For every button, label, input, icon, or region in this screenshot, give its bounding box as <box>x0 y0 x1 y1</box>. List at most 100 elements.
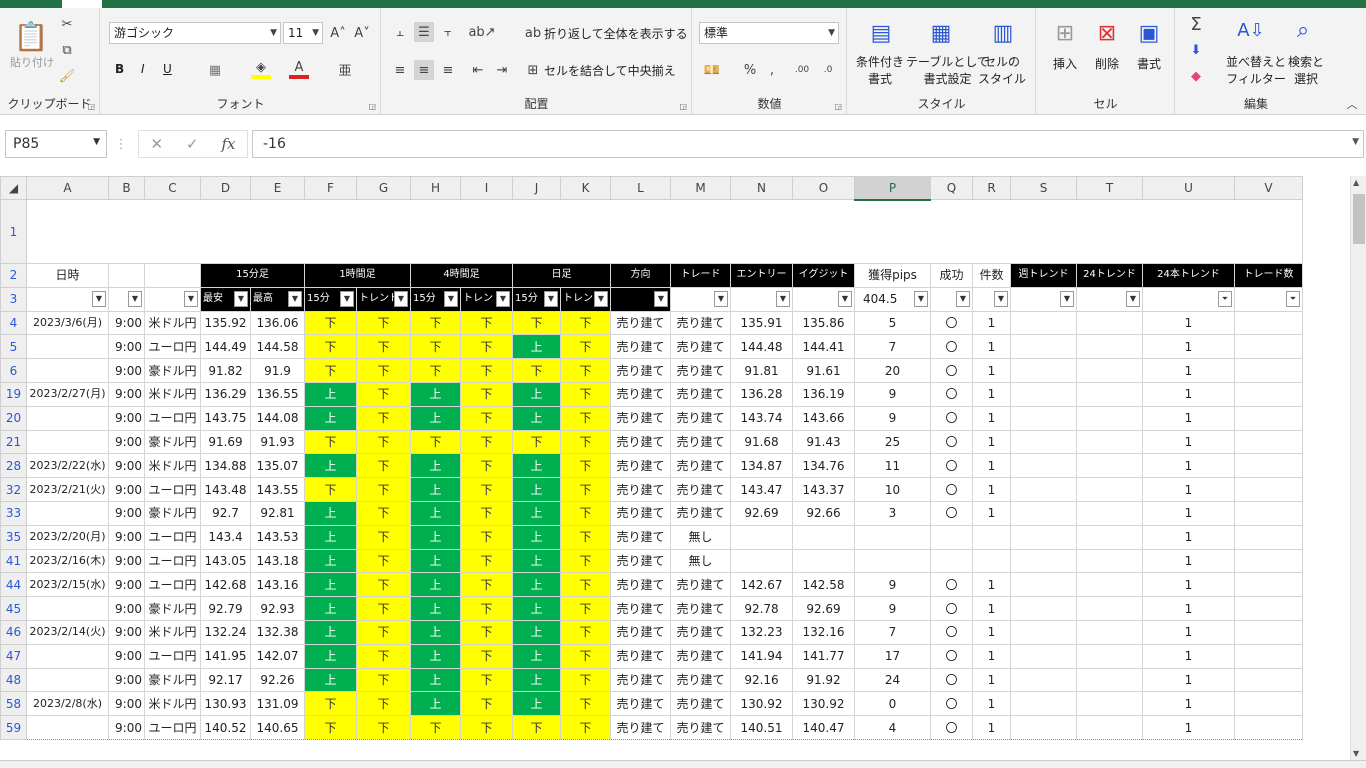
filter-cell-j[interactable]: 15分 ▼ <box>512 286 561 312</box>
low-cell[interactable]: 130.93 <box>200 691 251 717</box>
empty-cell[interactable] <box>1076 619 1143 645</box>
trend-cell[interactable]: 下 <box>460 381 513 407</box>
delete-button[interactable]: 削除 <box>1095 56 1119 72</box>
entry-cell[interactable]: 91.81 <box>730 358 793 383</box>
entry-cell[interactable] <box>730 548 793 574</box>
align-center-icon[interactable]: ≡ <box>414 60 434 80</box>
pair-cell[interactable]: ユーロ円 <box>144 572 201 598</box>
trend24-cell[interactable]: 1 <box>1142 477 1235 502</box>
pips-cell[interactable]: 0 <box>854 691 931 717</box>
high-cell[interactable]: 91.93 <box>250 429 305 455</box>
trend-cell[interactable]: 下 <box>512 310 561 336</box>
merge-icon[interactable]: ⊞ <box>524 61 542 79</box>
header-daily[interactable]: 日足 <box>512 263 611 288</box>
wrap-text-icon[interactable]: ab <box>524 24 542 42</box>
empty-cell[interactable] <box>1076 310 1143 336</box>
pair-cell[interactable]: 豪ドル円 <box>144 667 201 693</box>
row-header[interactable]: 44 <box>0 572 27 598</box>
empty-cell[interactable] <box>1010 715 1077 740</box>
filter-dropdown-icon[interactable]: ▼ <box>340 290 354 307</box>
filter-cell-f[interactable]: 15分 ▼ <box>304 286 357 312</box>
trend-cell[interactable]: 上 <box>512 691 561 717</box>
align-middle-icon[interactable]: ☰ <box>414 22 434 42</box>
empty-cell[interactable] <box>1076 691 1143 717</box>
direction-cell[interactable]: 売り建て <box>610 358 671 383</box>
count-cell[interactable]: 1 <box>972 405 1011 431</box>
trend-cell[interactable]: 下 <box>356 524 411 550</box>
entry-cell[interactable]: 136.28 <box>730 381 793 407</box>
pips-cell[interactable]: 9 <box>854 405 931 431</box>
empty-cell[interactable] <box>1234 310 1303 336</box>
column-header-n[interactable]: N <box>730 176 793 200</box>
trend-cell[interactable]: 上 <box>410 572 461 598</box>
pips-cell[interactable]: 20 <box>854 358 931 383</box>
direction-cell[interactable]: 売り建て <box>610 691 671 717</box>
trend-cell[interactable]: 下 <box>410 358 461 383</box>
count-cell[interactable]: 1 <box>972 643 1011 669</box>
trend-cell[interactable]: 上 <box>410 667 461 693</box>
direction-cell[interactable]: 売り建て <box>610 619 671 645</box>
trend-cell[interactable]: 上 <box>304 500 357 526</box>
column-header-b[interactable]: B <box>108 176 145 200</box>
count-cell[interactable]: 1 <box>972 381 1011 407</box>
pips-cell[interactable]: 9 <box>854 572 931 598</box>
entry-cell[interactable]: 140.51 <box>730 715 793 740</box>
trend-cell[interactable]: 下 <box>460 358 513 383</box>
row-header[interactable]: 33 <box>0 500 27 526</box>
trend24-cell[interactable]: 1 <box>1142 405 1235 431</box>
sort-filter-button[interactable]: 並べ替えと フィルター <box>1226 54 1286 88</box>
increase-font-icon[interactable]: A˄ <box>329 24 347 42</box>
date-cell[interactable] <box>26 643 109 669</box>
time-cell[interactable]: 9:00 <box>108 453 145 479</box>
align-bottom-icon[interactable]: ⫟ <box>438 22 458 42</box>
exit-cell[interactable]: 92.69 <box>792 596 855 621</box>
trend-cell[interactable]: 下 <box>304 429 357 455</box>
conditional-format-icon[interactable]: ▤ <box>866 16 896 50</box>
empty-cell[interactable] <box>1234 596 1303 621</box>
trend-cell[interactable]: 上 <box>304 524 357 550</box>
trend-cell[interactable]: 下 <box>560 524 611 550</box>
trend-cell[interactable]: 上 <box>512 500 561 526</box>
high-cell[interactable]: 131.09 <box>250 691 305 717</box>
pair-cell[interactable]: ユーロ円 <box>144 548 201 574</box>
trend-cell[interactable]: 上 <box>512 453 561 479</box>
date-cell[interactable] <box>26 596 109 621</box>
trend-cell[interactable]: 下 <box>560 429 611 455</box>
trend24-cell[interactable]: 1 <box>1142 667 1235 693</box>
column-header-a[interactable]: A <box>26 176 109 200</box>
low-cell[interactable]: 143.05 <box>200 548 251 574</box>
pair-cell[interactable]: ユーロ円 <box>144 643 201 669</box>
trend-cell[interactable]: 上 <box>304 405 357 431</box>
success-cell[interactable]: 〇 <box>930 691 973 717</box>
time-cell[interactable]: 9:00 <box>108 643 145 669</box>
filter-dropdown-icon[interactable]: ▼ <box>776 290 790 307</box>
filter-dropdown-icon[interactable]: ▼ <box>838 290 852 307</box>
empty-cell[interactable] <box>1234 572 1303 598</box>
empty-cell[interactable] <box>1234 429 1303 455</box>
increase-indent-icon[interactable]: ⇥ <box>492 60 512 80</box>
filter-dropdown-icon[interactable]: ▼ <box>288 290 302 307</box>
high-cell[interactable]: 92.93 <box>250 596 305 621</box>
filter-cell-l[interactable]: ▼ <box>610 286 671 312</box>
low-cell[interactable]: 132.24 <box>200 619 251 645</box>
entry-cell[interactable]: 92.78 <box>730 596 793 621</box>
exit-cell[interactable]: 142.58 <box>792 572 855 598</box>
time-cell[interactable]: 9:00 <box>108 548 145 574</box>
trend24-cell[interactable]: 1 <box>1142 381 1235 407</box>
low-cell[interactable]: 91.69 <box>200 429 251 455</box>
copy-icon[interactable]: ⧉ <box>58 42 76 58</box>
entry-cell[interactable]: 134.87 <box>730 453 793 479</box>
empty-cell[interactable] <box>1076 358 1143 383</box>
column-header-h[interactable]: H <box>410 176 461 200</box>
pips-cell[interactable]: 17 <box>854 643 931 669</box>
trend-cell[interactable]: 下 <box>410 715 461 740</box>
trend24-cell[interactable]: 1 <box>1142 453 1235 479</box>
fill-icon[interactable]: ⬇ <box>1186 40 1206 60</box>
success-cell[interactable]: 〇 <box>930 429 973 455</box>
entry-cell[interactable]: 92.16 <box>730 667 793 693</box>
empty-cell[interactable] <box>1010 548 1077 574</box>
column-header-s[interactable]: S <box>1010 176 1077 200</box>
row-header[interactable]: 47 <box>0 643 27 669</box>
high-cell[interactable]: 143.18 <box>250 548 305 574</box>
insert-button[interactable]: 挿入 <box>1053 56 1077 72</box>
